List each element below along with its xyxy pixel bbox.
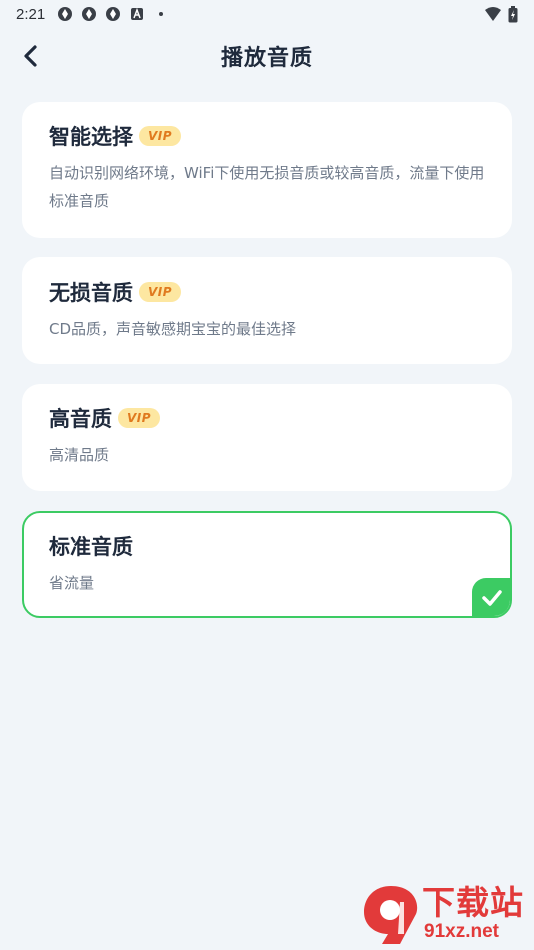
status-time: 2:21 (16, 5, 46, 23)
option-description: 自动识别网络环境，WiFi下使用无损音质或较高音质，流量下使用标准音质 (49, 164, 485, 210)
battery-icon (508, 5, 518, 22)
option-description: CD品质，声音敏感期宝宝的最佳选择 (49, 320, 297, 338)
quality-option-high[interactable]: 高音质 VIP 高清品质 (22, 384, 512, 491)
option-title-row: 无损音质 VIP (49, 277, 485, 307)
watermark: 下载站 91xz.net (360, 884, 530, 948)
option-description: 省流量 (49, 574, 95, 592)
option-title: 无损音质 (49, 281, 133, 305)
vip-badge: VIP (139, 282, 182, 302)
settings-sync-icon (106, 7, 121, 21)
option-title: 智能选择 (49, 125, 133, 149)
quality-option-smart[interactable]: 智能选择 VIP 自动识别网络环境，WiFi下使用无损音质或较高音质，流量下使用… (22, 102, 512, 238)
quality-option-standard[interactable]: 标准音质 省流量 (22, 511, 512, 618)
check-icon (482, 590, 502, 606)
option-title-row: 高音质 VIP (49, 403, 485, 433)
app-a-icon (131, 7, 144, 20)
watermark-url: 91xz.net (424, 921, 499, 942)
option-title-row: 标准音质 (49, 531, 485, 561)
page-title: 播放音质 (220, 46, 313, 71)
option-title-row: 智能选择 VIP (49, 121, 485, 151)
vip-badge: VIP (139, 126, 182, 146)
chevron-left-icon (24, 45, 37, 67)
status-bar: 2:21 (0, 0, 534, 28)
settings-sync-icon (58, 7, 73, 21)
option-title: 高音质 (49, 407, 112, 431)
watermark-logo-icon (364, 886, 418, 944)
vip-badge: VIP (118, 408, 161, 428)
wifi-icon (485, 7, 501, 21)
status-system-icons (484, 5, 518, 23)
back-button[interactable] (14, 40, 46, 72)
selected-indicator (472, 578, 510, 616)
header: 播放音质 (0, 34, 534, 78)
option-description: 高清品质 (49, 446, 110, 464)
quality-option-lossless[interactable]: 无损音质 VIP CD品质，声音敏感期宝宝的最佳选择 (22, 257, 512, 364)
dot-icon (159, 12, 164, 16)
option-title: 标准音质 (49, 535, 133, 559)
status-notification-icons (57, 6, 169, 22)
settings-sync-icon (82, 7, 97, 21)
watermark-title: 下载站 (422, 883, 524, 922)
